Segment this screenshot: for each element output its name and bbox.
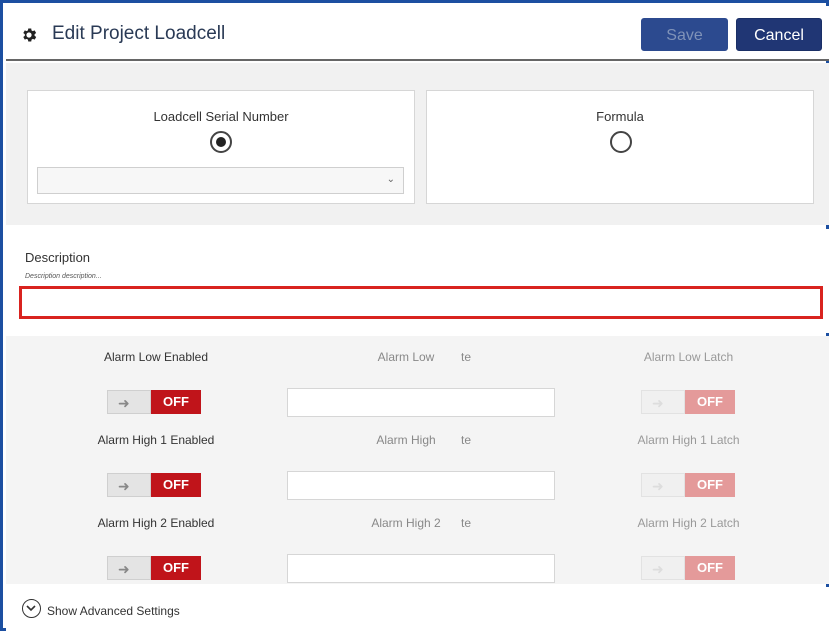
arrow-right-icon: ➜	[118, 561, 130, 577]
alarm-high-2-enabled-label: Alarm High 2 Enabled	[97, 516, 215, 530]
description-hint: Description description...	[25, 273, 102, 280]
alarm-high-1-enabled-toggle[interactable]: ➜ OFF	[107, 473, 201, 497]
arrow-right-icon: ➜	[118, 395, 130, 411]
alarm-high-1-value-suffix: te	[460, 433, 471, 447]
alarm-high-2-value-label: Alarm High 2	[371, 516, 441, 530]
alarm-high-1-latch-label: Alarm High 1 Latch	[637, 433, 740, 447]
alarm-row-high-2: Alarm High 2 Enabled ➜ OFF Alarm High 2 …	[6, 516, 829, 596]
dialog-header: Edit Project Loadcell Save Cancel	[6, 6, 829, 61]
alarm-low-enabled-toggle[interactable]: ➜ OFF	[107, 390, 201, 414]
save-button[interactable]: Save	[641, 18, 728, 51]
alarm-high-1-enabled-label: Alarm High 1 Enabled	[97, 433, 215, 447]
arrow-right-icon: ➜	[652, 561, 664, 577]
alarm-row-low: Alarm Low Enabled ➜ OFF Alarm Low te Ala…	[6, 350, 829, 430]
serial-number-label: Loadcell Serial Number	[153, 109, 289, 124]
toggle-state: OFF	[151, 390, 201, 414]
alarm-high-2-value-suffix: te	[460, 516, 471, 530]
toggle-state: OFF	[685, 390, 735, 414]
chevron-down-icon: ⌄	[386, 174, 395, 185]
alarm-low-value-label: Alarm Low	[377, 350, 435, 364]
serial-number-panel: Loadcell Serial Number ⌄	[27, 90, 415, 204]
toggle-state: OFF	[151, 473, 201, 497]
alarm-high-2-latch-label: Alarm High 2 Latch	[637, 516, 740, 530]
alarm-high-1-latch-toggle[interactable]: ➜ OFF	[641, 473, 735, 497]
alarm-high-1-value-label: Alarm High	[376, 433, 436, 447]
show-advanced-settings-link[interactable]: Show Advanced Settings	[47, 604, 180, 618]
description-label: Description	[25, 250, 91, 265]
serial-number-select[interactable]: ⌄	[37, 167, 404, 194]
gear-icon	[23, 28, 37, 42]
dialog-frame: Edit Project Loadcell Save Cancel Loadce…	[0, 0, 829, 631]
toggle-state: OFF	[685, 556, 735, 580]
cancel-button[interactable]: Cancel	[736, 18, 822, 51]
alarm-low-latch-toggle[interactable]: ➜ OFF	[641, 390, 735, 414]
dialog-title: Edit Project Loadcell	[52, 23, 226, 44]
formula-panel: Formula	[426, 90, 814, 204]
arrow-right-icon: ➜	[118, 478, 130, 494]
dialog-footer: Show Advanced Settings	[6, 587, 829, 631]
alarm-high-2-value-input[interactable]	[287, 554, 555, 583]
chevron-down-circle-icon[interactable]	[22, 599, 41, 618]
description-input[interactable]	[19, 286, 823, 319]
alarm-row-high-1: Alarm High 1 Enabled ➜ OFF Alarm High te…	[6, 433, 829, 513]
alarm-low-value-suffix: te	[460, 350, 471, 364]
arrow-right-icon: ➜	[652, 395, 664, 411]
formula-label: Formula	[596, 109, 644, 124]
alarm-low-latch-label: Alarm Low Latch	[643, 350, 734, 364]
arrow-right-icon: ➜	[652, 478, 664, 494]
formula-radio[interactable]	[610, 131, 632, 153]
serial-number-radio[interactable]	[210, 131, 232, 153]
alarm-low-enabled-label: Alarm Low Enabled	[103, 350, 209, 364]
toggle-state: OFF	[151, 556, 201, 580]
alarm-high-1-value-input[interactable]	[287, 471, 555, 500]
alarm-low-value-input[interactable]	[287, 388, 555, 417]
alarm-high-2-enabled-toggle[interactable]: ➜ OFF	[107, 556, 201, 580]
alarm-settings-section: Alarm Low Enabled ➜ OFF Alarm Low te Ala…	[6, 336, 829, 584]
alarm-high-2-latch-toggle[interactable]: ➜ OFF	[641, 556, 735, 580]
description-section: Description Description description...	[6, 229, 829, 333]
source-selection-area: Loadcell Serial Number ⌄ Formula	[6, 63, 829, 225]
toggle-state: OFF	[685, 473, 735, 497]
